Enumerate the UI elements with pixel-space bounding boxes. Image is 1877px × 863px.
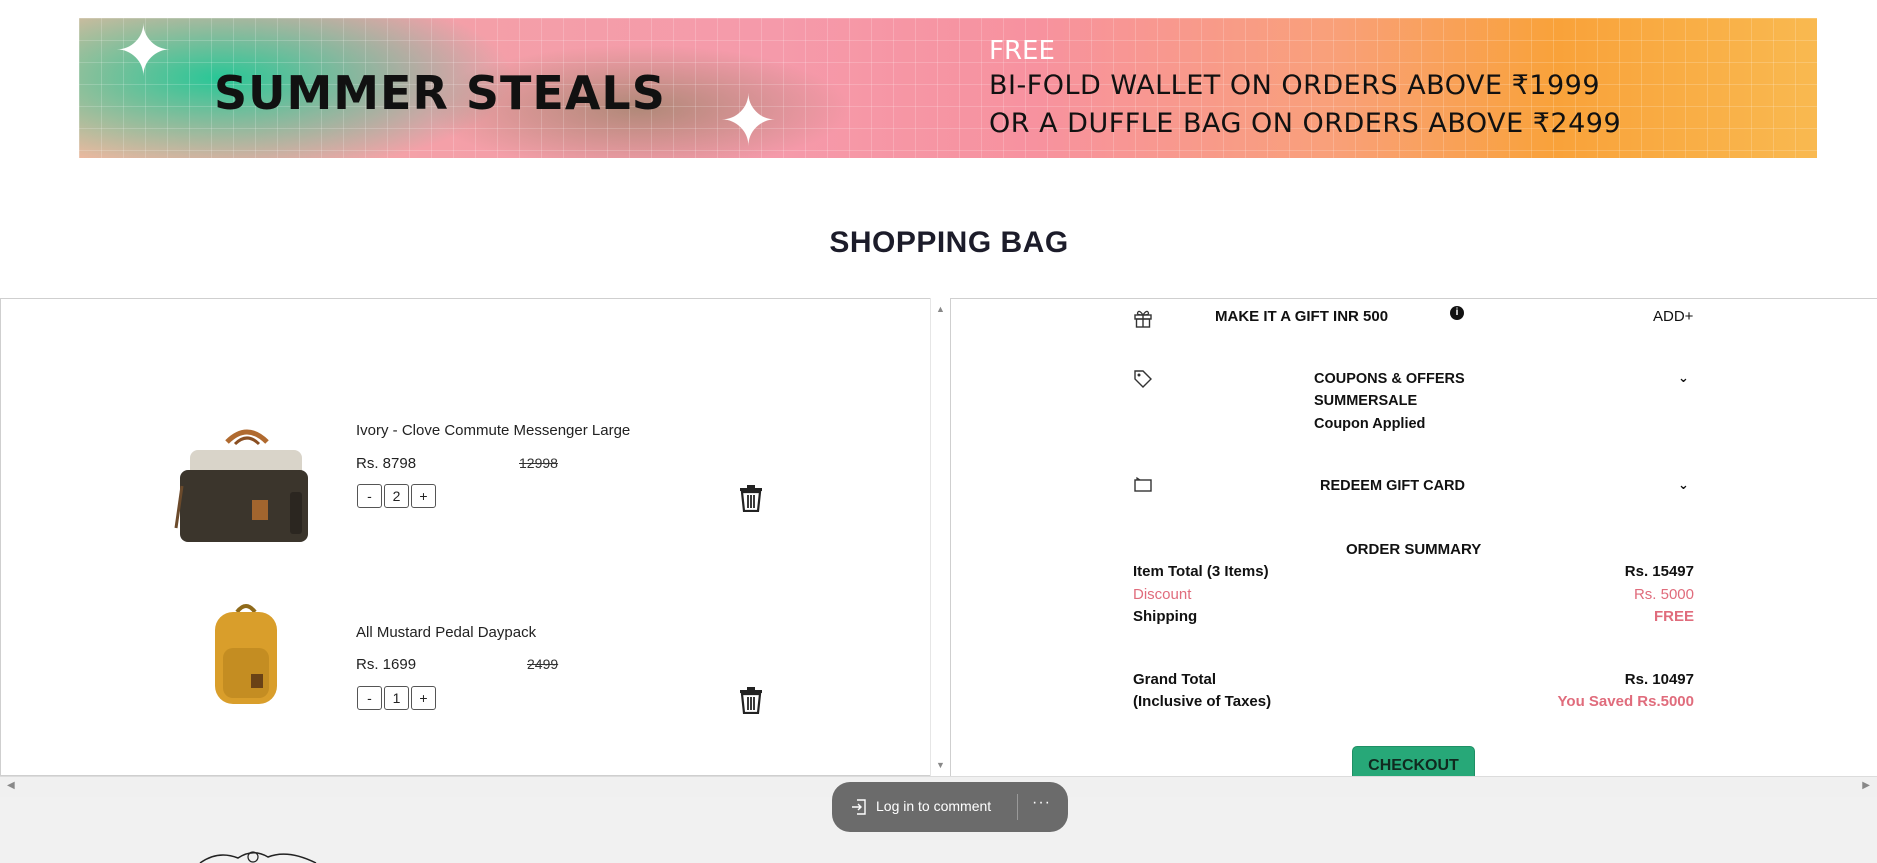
item-price: Rs. 8798 bbox=[356, 455, 417, 472]
gift-wrap-label: MAKE IT A GIFT INR 500 bbox=[1215, 308, 1389, 325]
order-summary-panel bbox=[950, 298, 1877, 776]
grand-total-value: Rs. 10497 bbox=[1624, 671, 1694, 688]
login-to-comment-button[interactable]: Log in to comment bbox=[876, 798, 991, 814]
comment-bar: Log in to comment ··· bbox=[832, 782, 1068, 832]
quantity-value: 2 bbox=[384, 484, 409, 508]
item-original-price: 12998 bbox=[519, 455, 558, 471]
more-options-icon[interactable]: ··· bbox=[1032, 794, 1051, 812]
discount-label: Discount bbox=[1133, 586, 1192, 603]
sparkle-icon: ✦ bbox=[719, 82, 778, 158]
grand-total-label: Grand Total bbox=[1133, 671, 1217, 688]
quantity-value: 1 bbox=[384, 686, 409, 710]
cart-item: All Mustard Pedal Daypack Rs. 1699 2499 … bbox=[0, 604, 930, 762]
promo-banner[interactable]: ✦ ✦ SUMMER STEALS FREE BI-FOLD WALLET ON… bbox=[79, 18, 1817, 158]
divider bbox=[1017, 794, 1018, 820]
trash-icon[interactable] bbox=[738, 686, 764, 714]
quantity-stepper: - 1 + bbox=[357, 686, 436, 710]
daypack-image[interactable] bbox=[205, 598, 287, 708]
gift-icon bbox=[1134, 310, 1152, 328]
item-price: Rs. 1699 bbox=[356, 656, 417, 673]
item-total-label: Item Total (3 Items) bbox=[1133, 563, 1269, 580]
redeem-gift-card-label[interactable]: REDEEM GIFT CARD bbox=[1320, 478, 1465, 494]
increase-quantity-button[interactable]: + bbox=[411, 686, 436, 710]
decrease-quantity-button[interactable]: - bbox=[357, 484, 382, 508]
info-icon[interactable]: i bbox=[1450, 306, 1464, 320]
chevron-down-icon[interactable]: ⌄ bbox=[1678, 370, 1689, 386]
banner-title: SUMMER STEALS bbox=[214, 66, 666, 120]
item-name[interactable]: Ivory - Clove Commute Messenger Large bbox=[356, 422, 630, 439]
scroll-down-arrow-icon[interactable]: ▼ bbox=[936, 760, 945, 770]
cart-item: Ivory - Clove Commute Messenger Large Rs… bbox=[0, 410, 930, 560]
increase-quantity-button[interactable]: + bbox=[411, 484, 436, 508]
coupons-offers-label[interactable]: COUPONS & OFFERS bbox=[1314, 371, 1465, 387]
item-total-value: Rs. 15497 bbox=[1624, 563, 1694, 580]
scroll-up-arrow-icon[interactable]: ▲ bbox=[936, 304, 945, 314]
order-summary-heading: ORDER SUMMARY bbox=[1346, 541, 1482, 558]
scroll-left-arrow-icon[interactable]: ◀ bbox=[7, 780, 15, 791]
applied-coupon-code: SUMMERSALE bbox=[1314, 393, 1418, 409]
banner-offer-line-2: OR A DUFFLE BAG ON ORDERS ABOVE ₹2499 bbox=[989, 108, 1622, 139]
item-name[interactable]: All Mustard Pedal Daypack bbox=[356, 624, 536, 641]
login-icon bbox=[852, 799, 866, 815]
tag-icon bbox=[1134, 370, 1152, 388]
quantity-stepper: - 2 + bbox=[357, 484, 436, 508]
checkout-button[interactable]: CHECKOUT bbox=[1352, 746, 1475, 778]
trash-icon[interactable] bbox=[738, 484, 764, 512]
banner-free-label: FREE bbox=[989, 36, 1055, 66]
gift-add-button[interactable]: ADD+ bbox=[1653, 308, 1693, 325]
sparkle-icon: ✦ bbox=[114, 18, 173, 90]
item-original-price: 2499 bbox=[527, 656, 559, 672]
chevron-down-icon[interactable]: ⌄ bbox=[1678, 477, 1689, 493]
decrease-quantity-button[interactable]: - bbox=[357, 686, 382, 710]
gift-card-icon bbox=[1134, 476, 1152, 492]
scroll-right-arrow-icon[interactable]: ▶ bbox=[1862, 780, 1870, 791]
you-saved-value: You Saved Rs.5000 bbox=[1557, 693, 1694, 710]
coupon-status: Coupon Applied bbox=[1314, 416, 1426, 432]
banner-offer-line-1: BI-FOLD WALLET ON ORDERS ABOVE ₹1999 bbox=[989, 70, 1601, 101]
footer-logo-icon bbox=[199, 851, 317, 863]
discount-value: Rs. 5000 bbox=[1633, 586, 1694, 603]
shipping-value: FREE bbox=[1653, 608, 1694, 625]
cart-vertical-scrollbar[interactable]: ▲ ▼ bbox=[930, 298, 950, 776]
messenger-bag-image[interactable] bbox=[172, 420, 322, 555]
shipping-label: Shipping bbox=[1133, 608, 1198, 625]
page-title: SHOPPING BAG bbox=[829, 226, 1069, 259]
inclusive-taxes-label: (Inclusive of Taxes) bbox=[1133, 693, 1272, 710]
